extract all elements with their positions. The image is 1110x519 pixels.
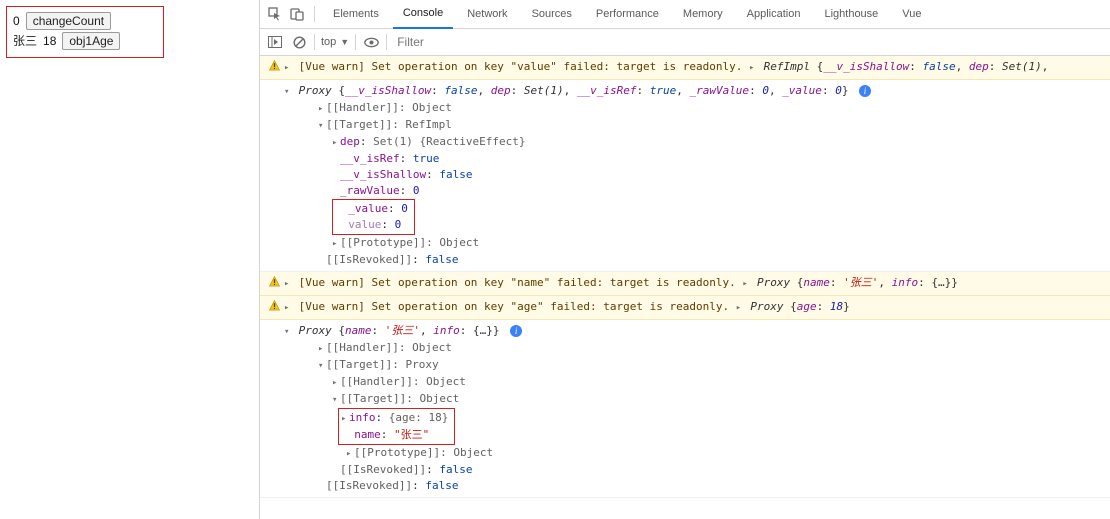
expand-caret[interactable] <box>341 410 349 427</box>
expand-caret[interactable] <box>742 275 750 292</box>
tab-console[interactable]: Console <box>393 0 453 29</box>
tree-row[interactable]: [[Prototype]]: Object <box>354 446 493 459</box>
object-head: RefImpl <box>764 60 810 73</box>
console-log: Proxy {name: '张三', info: {…}} i [[Handle… <box>260 320 1110 498</box>
expand-caret[interactable] <box>284 299 292 316</box>
console-warning: [Vue warn] Set operation on key "value" … <box>260 56 1110 80</box>
expand-caret[interactable] <box>318 100 326 117</box>
context-selector[interactable]: top ▼ <box>321 36 349 48</box>
app-demo-box: 0 changeCount 张三 18 obj1Age <box>6 6 164 58</box>
obj1-age-button[interactable]: obj1Age <box>62 32 120 50</box>
warning-icon <box>269 60 280 71</box>
object-tree: [[Handler]]: Object [[Target]]: Proxy [[… <box>284 340 1108 494</box>
tab-sources[interactable]: Sources <box>522 0 582 29</box>
obj-name-value: 张三 <box>13 31 37 51</box>
highlight-box: info: {age: 18} name: "张三" <box>338 408 455 445</box>
expand-caret[interactable] <box>736 299 744 316</box>
expand-caret[interactable] <box>332 235 340 252</box>
tab-network[interactable]: Network <box>457 0 517 29</box>
warning-text: [Vue warn] Set operation on key "age" fa… <box>299 300 729 313</box>
warning-icon <box>269 300 280 311</box>
context-label: top <box>321 36 336 48</box>
warning-text: [Vue warn] Set operation on key "name" f… <box>299 276 736 289</box>
tab-lighthouse[interactable]: Lighthouse <box>814 0 888 29</box>
device-toggle-icon[interactable] <box>288 5 306 23</box>
tree-row[interactable]: [[Target]]: Object <box>340 392 459 405</box>
change-count-button[interactable]: changeCount <box>26 12 111 30</box>
clear-console-icon[interactable] <box>290 33 308 51</box>
expand-caret[interactable] <box>318 340 326 357</box>
console-log: Proxy {__v_isShallow: false, dep: Set(1)… <box>260 80 1110 272</box>
expand-caret[interactable] <box>332 391 340 408</box>
expand-caret[interactable] <box>318 117 326 134</box>
inspect-icon[interactable] <box>266 5 284 23</box>
expand-caret[interactable] <box>332 374 340 391</box>
console-warning: [Vue warn] Set operation on key "age" fa… <box>260 296 1110 320</box>
expand-caret[interactable] <box>749 59 757 76</box>
info-icon[interactable]: i <box>510 325 522 337</box>
console-warning: [Vue warn] Set operation on key "name" f… <box>260 272 1110 296</box>
sidebar-toggle-icon[interactable] <box>266 33 284 51</box>
object-head: Proxy <box>299 84 332 97</box>
tree-row[interactable]: [[Target]]: RefImpl <box>326 118 452 131</box>
chevron-down-icon: ▼ <box>340 37 349 47</box>
obj-age-value: 18 <box>43 31 56 51</box>
devtools-tabbar: Elements Console Network Sources Perform… <box>260 0 1110 29</box>
tree-row[interactable]: [[Target]]: Proxy <box>326 358 439 371</box>
tree-row[interactable]: [[Handler]]: Object <box>340 375 466 388</box>
tree-row[interactable]: [[Prototype]]: Object <box>340 236 479 249</box>
expand-caret[interactable] <box>284 275 292 292</box>
filter-input[interactable] <box>395 34 1104 50</box>
object-tree: [[Handler]]: Object [[Target]]: RefImpl … <box>284 100 1108 268</box>
tab-performance[interactable]: Performance <box>586 0 669 29</box>
warning-text: [Vue warn] Set operation on key "value" … <box>299 60 743 73</box>
console-body: [Vue warn] Set operation on key "value" … <box>260 56 1110 519</box>
expand-caret[interactable] <box>284 83 292 100</box>
tree-row[interactable]: [[Handler]]: Object <box>326 341 452 354</box>
console-toolbar: top ▼ <box>260 29 1110 56</box>
expand-caret[interactable] <box>284 59 292 76</box>
highlight-box: _value: 0 value: 0 <box>332 199 415 235</box>
expand-caret[interactable] <box>332 134 340 151</box>
tab-elements[interactable]: Elements <box>323 0 389 29</box>
expand-caret[interactable] <box>346 445 354 462</box>
info-icon[interactable]: i <box>859 85 871 97</box>
tab-application[interactable]: Application <box>737 0 811 29</box>
live-expression-icon[interactable] <box>362 33 380 51</box>
count-value: 0 <box>13 11 20 31</box>
tab-memory[interactable]: Memory <box>673 0 733 29</box>
expand-caret[interactable] <box>284 323 292 340</box>
page-panel: 0 changeCount 张三 18 obj1Age <box>0 0 259 519</box>
warning-icon <box>269 276 280 287</box>
expand-caret[interactable] <box>318 357 326 374</box>
tree-row[interactable]: [[Handler]]: Object <box>326 101 452 114</box>
devtools-panel: Elements Console Network Sources Perform… <box>259 0 1110 519</box>
tab-vue[interactable]: Vue <box>892 0 931 29</box>
